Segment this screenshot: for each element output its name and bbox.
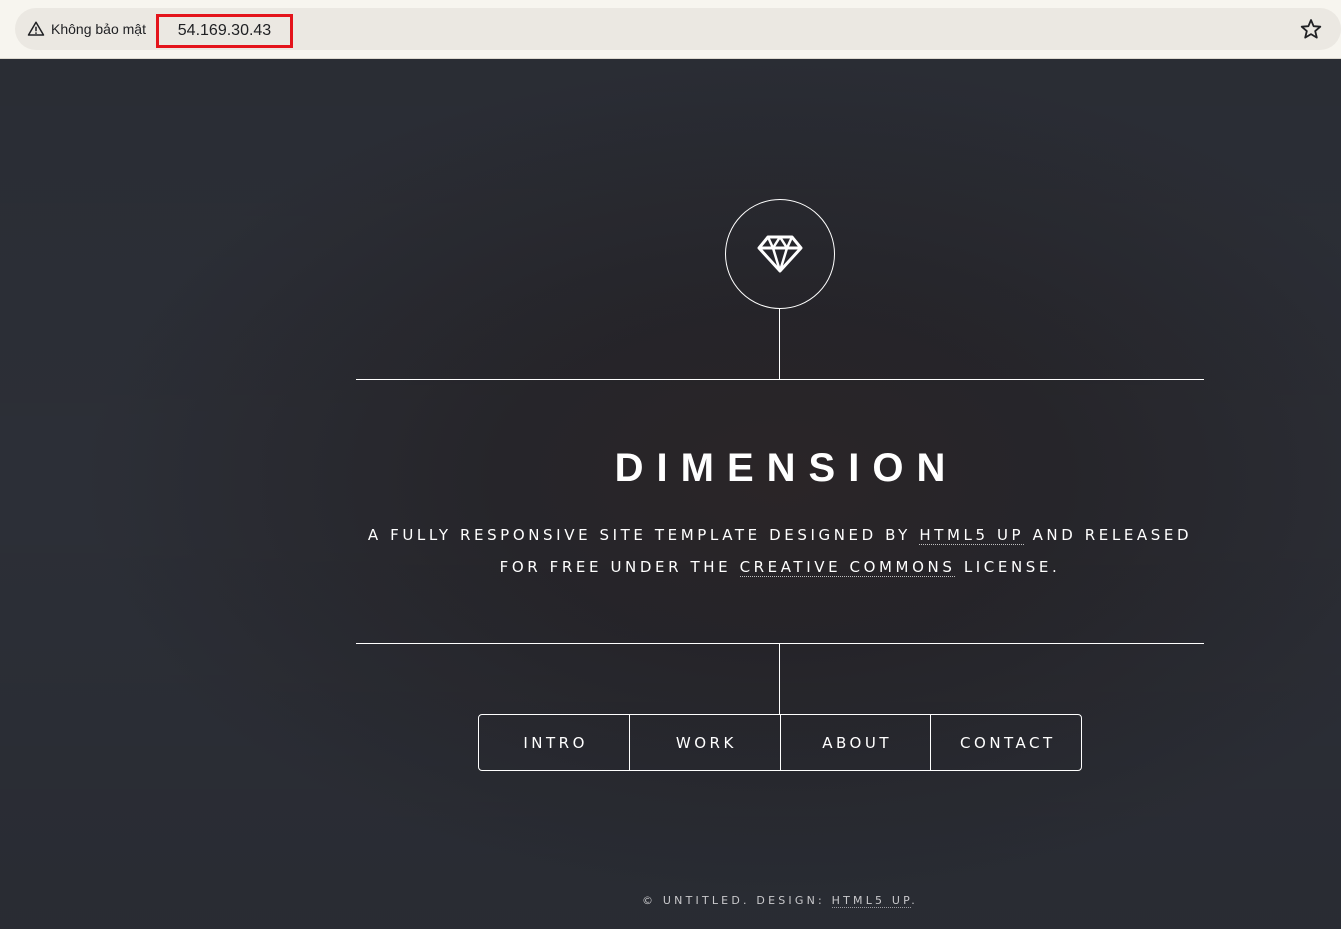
top-divider bbox=[356, 379, 1204, 380]
desc-text-2: AND RELEASED bbox=[1024, 526, 1193, 544]
page-content: DIMENSION A FULLY RESPONSIVE SITE TEMPLA… bbox=[0, 59, 1341, 929]
bookmark-star-icon[interactable] bbox=[1299, 17, 1323, 41]
creative-commons-link[interactable]: CREATIVE COMMONS bbox=[739, 558, 956, 577]
desc-text-3: FOR FREE UNDER THE bbox=[499, 558, 740, 576]
footer-end: . bbox=[911, 894, 918, 907]
nav-about[interactable]: ABOUT bbox=[779, 715, 931, 770]
desc-text-1: A FULLY RESPONSIVE SITE TEMPLATE DESIGNE… bbox=[367, 526, 920, 544]
logo-connector-line bbox=[779, 309, 780, 379]
footer-html5up-link[interactable]: HTML5 UP bbox=[831, 894, 912, 908]
site-title: DIMENSION bbox=[614, 446, 959, 490]
browser-toolbar: Không bảo mật 54.169.30.43 bbox=[0, 0, 1341, 59]
desc-text-4: LICENSE. bbox=[955, 558, 1061, 576]
address-bar[interactable]: Không bảo mật 54.169.30.43 bbox=[15, 8, 1341, 50]
footer: © UNTITLED. DESIGN: HTML5 UP. bbox=[356, 894, 1204, 908]
security-label: Không bảo mật bbox=[51, 21, 146, 37]
footer-text: © UNTITLED. DESIGN: bbox=[642, 894, 832, 907]
main-nav: INTRO WORK ABOUT CONTACT bbox=[478, 714, 1082, 771]
security-indicator[interactable]: Không bảo mật bbox=[27, 8, 146, 50]
nav-work[interactable]: WORK bbox=[628, 715, 780, 770]
bottom-divider bbox=[356, 643, 1204, 644]
site-description-line1: A FULLY RESPONSIVE SITE TEMPLATE DESIGNE… bbox=[356, 526, 1204, 545]
nav-intro[interactable]: INTRO bbox=[479, 715, 629, 770]
nav-contact[interactable]: CONTACT bbox=[930, 715, 1081, 770]
warning-icon bbox=[27, 21, 45, 36]
url-text[interactable]: 54.169.30.43 bbox=[156, 14, 293, 48]
diamond-icon bbox=[757, 235, 803, 273]
logo bbox=[725, 199, 835, 309]
site-description-line2: FOR FREE UNDER THE CREATIVE COMMONS LICE… bbox=[356, 558, 1204, 577]
html5up-link[interactable]: HTML5 UP bbox=[919, 526, 1025, 545]
nav-connector-line bbox=[779, 643, 780, 714]
